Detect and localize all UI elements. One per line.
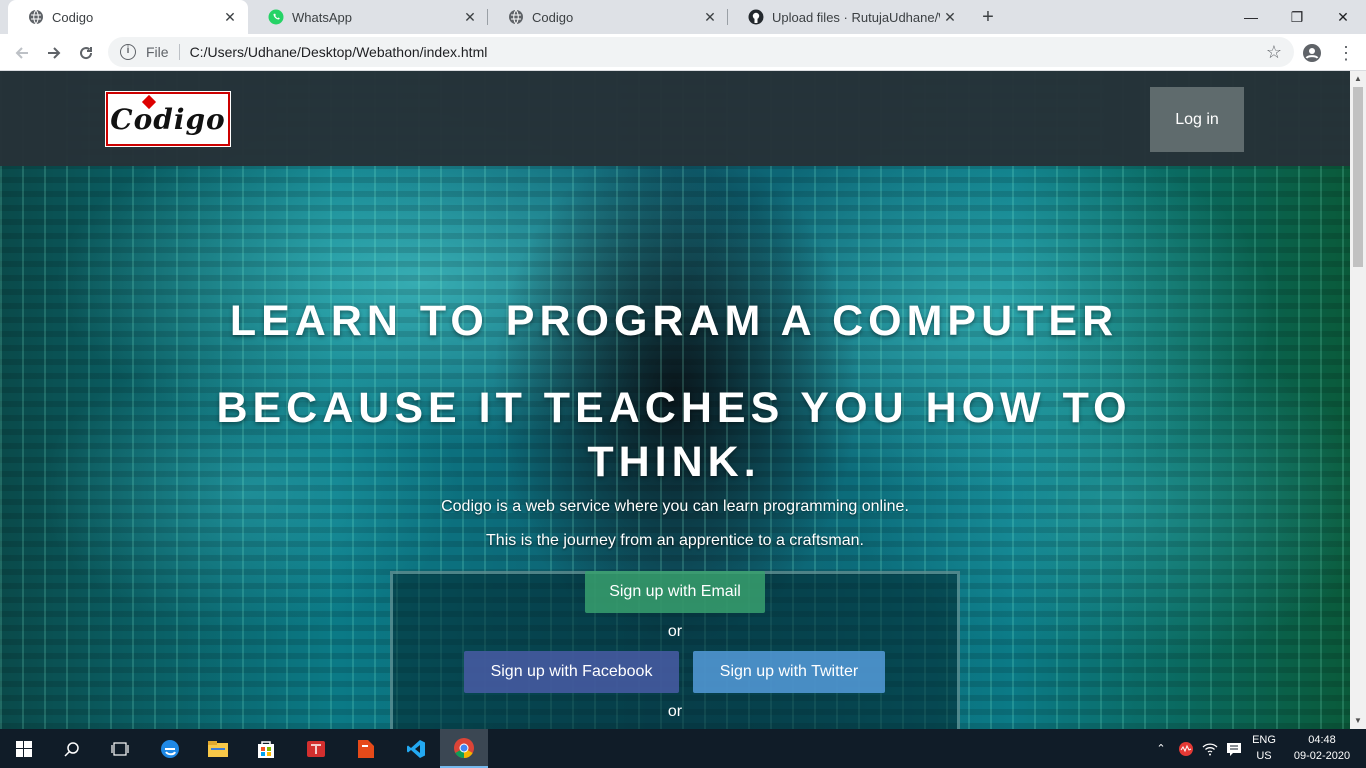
tab-title: Codigo [52, 9, 94, 25]
edge-browser-icon[interactable] [146, 729, 194, 768]
file-explorer-icon[interactable] [194, 729, 242, 768]
tab-title: Upload files · RutujaUdhane/Web [772, 9, 940, 25]
whatsapp-icon [268, 9, 284, 25]
start-button[interactable] [0, 729, 48, 768]
or-separator: or [667, 703, 683, 720]
search-icon[interactable] [48, 729, 96, 768]
account-icon [1303, 44, 1321, 62]
site-logo[interactable]: Codigo [106, 92, 230, 146]
chrome-icon[interactable] [440, 729, 488, 768]
close-window-button[interactable]: ✕ [1320, 0, 1366, 34]
profile-button[interactable] [1298, 39, 1326, 67]
globe-icon [28, 9, 44, 25]
address-bar[interactable]: i File C:/Users/Udhane/Desktop/Webathon/… [108, 37, 1294, 67]
signup-email-button[interactable]: Sign up with Email [585, 571, 765, 613]
hero-headline-1: LEARN TO PROGRAM A COMPUTER [229, 297, 1119, 345]
tab-strip: Codigo ✕ WhatsApp ✕ Codigo ✕ Upload file… [0, 0, 1366, 34]
minimize-button[interactable]: — [1228, 0, 1274, 34]
restore-button[interactable]: ❐ [1274, 0, 1320, 34]
clock-date: 09-02-2020 [1293, 750, 1351, 762]
url-text[interactable]: C:/Users/Udhane/Desktop/Webathon/index.h… [190, 44, 488, 60]
or-separator: or [667, 623, 683, 640]
new-tab-button[interactable]: + [976, 5, 1000, 29]
region-code: US [1256, 750, 1272, 762]
clock-time: 04:48 [1308, 734, 1336, 746]
forward-button[interactable] [40, 39, 68, 67]
notification-icon[interactable] [1224, 729, 1244, 768]
browser-toolbar: i File C:/Users/Udhane/Desktop/Webathon/… [0, 34, 1366, 71]
tab-title: WhatsApp [292, 9, 352, 25]
language-indicator[interactable]: ENG US [1248, 732, 1280, 764]
tab-whatsapp[interactable]: WhatsApp ✕ [248, 0, 488, 34]
arrow-right-icon [48, 47, 61, 59]
scrollbar-thumb[interactable] [1353, 87, 1363, 267]
signup-facebook-button[interactable]: Sign up with Facebook [464, 651, 679, 693]
scheme-label: File [146, 44, 169, 60]
lang-code: ENG [1252, 734, 1276, 746]
close-tab-icon[interactable]: ✕ [460, 9, 480, 26]
chevron-up-icon[interactable]: ⌃ [1152, 729, 1170, 768]
system-clock[interactable]: 04:48 09-02-2020 [1284, 732, 1360, 764]
vscode-icon[interactable] [392, 729, 440, 768]
tab-github-upload[interactable]: Upload files · RutujaUdhane/Web ✕ [728, 0, 968, 34]
reload-button[interactable] [72, 39, 100, 67]
document-app-icon[interactable] [342, 729, 390, 768]
scroll-down-icon[interactable]: ▼ [1350, 713, 1366, 729]
globe-icon [508, 9, 524, 25]
back-button[interactable] [8, 39, 36, 67]
wifi-icon[interactable] [1200, 729, 1220, 768]
windows-taskbar: ⌃ ENG US 04:48 09-02-2020 [0, 729, 1366, 768]
microsoft-store-icon[interactable] [242, 729, 290, 768]
tab-codigo-active[interactable]: Codigo ✕ [8, 0, 248, 34]
task-view-icon[interactable] [96, 729, 144, 768]
menu-kebab-icon[interactable]: ⋮ [1332, 39, 1360, 67]
github-icon [748, 9, 764, 25]
page-scrollbar[interactable]: ▲ ▼ [1350, 71, 1366, 729]
reader-app-icon[interactable] [292, 729, 340, 768]
windows-logo-icon [16, 740, 32, 757]
login-button[interactable]: Log in [1150, 87, 1244, 152]
hero-subtitle-2: This is the journey from an apprentice t… [486, 532, 864, 549]
page-viewport: Codigo Log in LEARN TO PROGRAM A COMPUTE… [0, 71, 1350, 729]
info-icon[interactable]: i [120, 44, 136, 60]
arrow-left-icon [15, 47, 28, 59]
tab-title: Codigo [532, 9, 574, 25]
close-tab-icon[interactable]: ✕ [940, 9, 960, 26]
bookmark-star-icon[interactable]: ☆ [1266, 42, 1282, 63]
antivirus-tray-icon[interactable] [1176, 729, 1196, 768]
tab-codigo[interactable]: Codigo ✕ [488, 0, 728, 34]
close-tab-icon[interactable]: ✕ [220, 9, 240, 26]
hero-subtitle-1: Codigo is a web service where you can le… [441, 498, 909, 515]
signup-twitter-button[interactable]: Sign up with Twitter [693, 651, 885, 693]
divider [178, 44, 180, 60]
close-tab-icon[interactable]: ✕ [700, 9, 720, 26]
hero-headline-2: BECAUSE IT TEACHES YOU HOW TO THINK. [216, 384, 1132, 486]
logo-text: Codigo [110, 102, 226, 136]
reload-icon [80, 47, 93, 60]
scroll-up-icon[interactable]: ▲ [1350, 71, 1366, 87]
